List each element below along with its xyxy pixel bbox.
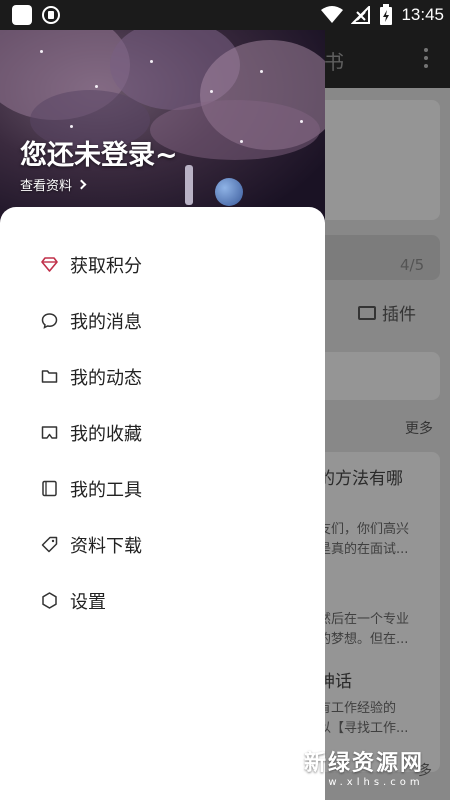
status-time: 13:45 [401, 5, 444, 24]
wifi-icon [321, 6, 344, 23]
menu-label: 我的消息 [70, 312, 142, 333]
diamond-icon [41, 257, 58, 272]
star [260, 70, 263, 73]
menu-item-activity[interactable]: 我的动态 [0, 353, 325, 399]
watermark: 新绿资源网 www.xlhs.com [258, 738, 424, 794]
drawer-menu: 获取积分 我的消息 我的动态 我的收藏 我的工具 资料下载 设置 [0, 207, 325, 800]
planet [215, 178, 243, 206]
drawer-header[interactable]: 您还未登录~ 查看资料 [0, 30, 325, 230]
menu-item-points[interactable]: 获取积分 [0, 241, 325, 287]
shield-icon [42, 6, 60, 24]
star [70, 125, 73, 128]
menu-label: 我的收藏 [70, 424, 142, 445]
status-bar: 13:45 [0, 0, 450, 30]
star [95, 85, 98, 88]
folder-icon [41, 370, 58, 383]
watermark-name: 新绿资源网 [304, 750, 425, 776]
menu-item-favorites[interactable]: 我的收藏 [0, 409, 325, 455]
app-notification-icon [12, 5, 32, 25]
star [150, 60, 153, 63]
menu-item-downloads[interactable]: 资料下载 [0, 521, 325, 567]
hexagon-settings-icon [42, 592, 57, 609]
bookmark-tray-icon [41, 426, 58, 439]
star [240, 140, 243, 143]
tag-icon [41, 536, 58, 553]
menu-item-messages[interactable]: 我的消息 [0, 297, 325, 343]
signal-off-icon [351, 6, 371, 24]
watermark-logo-icon [260, 746, 295, 786]
view-profile-link[interactable]: 查看资料 [20, 175, 87, 194]
notebook-icon [42, 480, 57, 497]
menu-label: 设置 [70, 592, 106, 613]
menu-label: 我的工具 [70, 480, 142, 501]
menu-label: 资料下载 [70, 536, 142, 557]
menu-label: 我的动态 [70, 368, 142, 389]
menu-label: 获取积分 [70, 256, 142, 277]
chevron-right-icon [76, 179, 87, 190]
star [40, 50, 43, 53]
menu-item-tools[interactable]: 我的工具 [0, 465, 325, 511]
navigation-drawer: 您还未登录~ 查看资料 获取积分 我的消息 我的动态 我的收藏 我的工具 资料下… [0, 30, 325, 800]
battery-charging-icon [380, 4, 393, 25]
star [210, 90, 213, 93]
login-prompt[interactable]: 您还未登录~ [20, 133, 178, 172]
watermark-url: www.xlhs.com [304, 776, 424, 788]
view-profile-label: 查看资料 [20, 179, 73, 194]
star [300, 120, 303, 123]
chat-bubble-icon [41, 313, 58, 329]
menu-item-settings[interactable]: 设置 [0, 577, 325, 623]
figure-silhouette [185, 165, 193, 205]
